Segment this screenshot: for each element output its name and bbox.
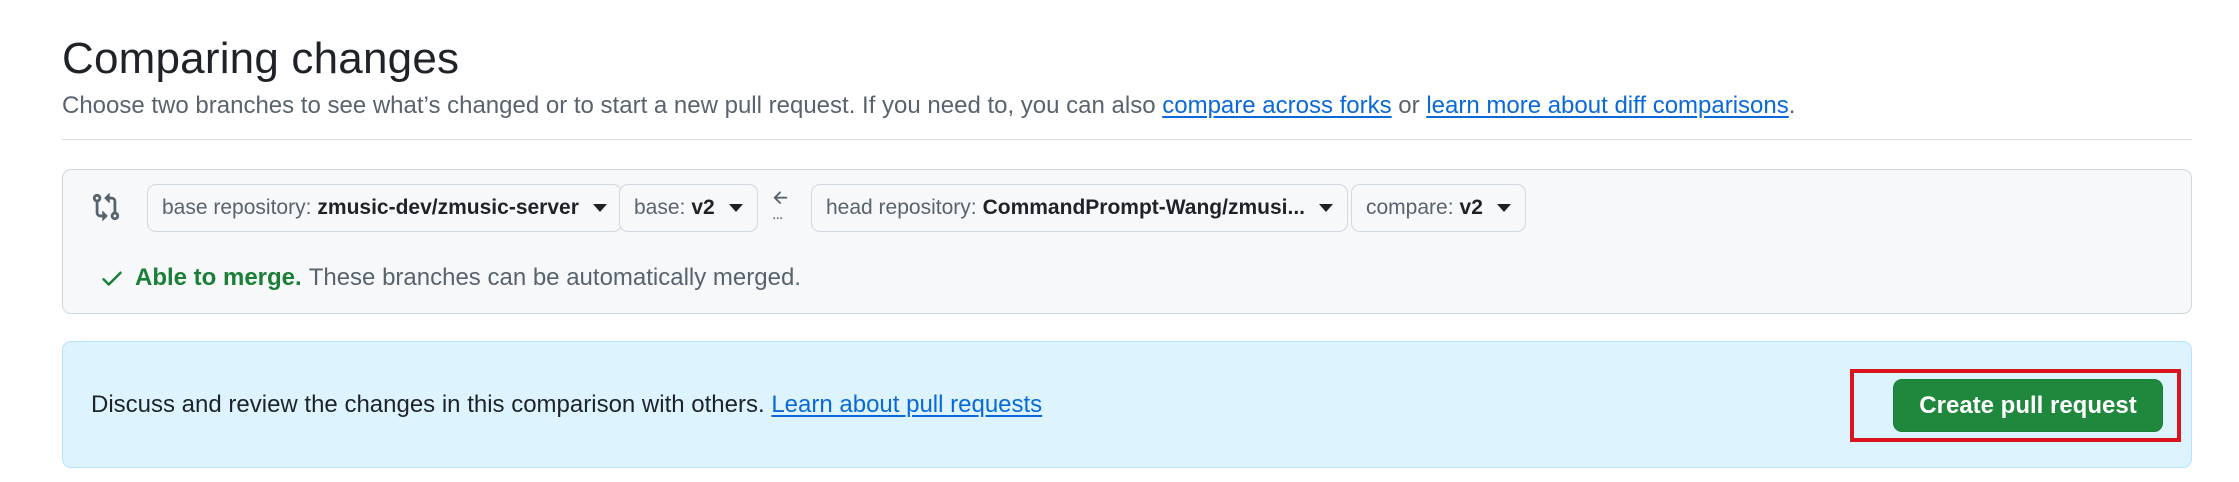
merge-status-title: Able to merge.: [135, 264, 302, 291]
base-branch-label: base:: [634, 196, 686, 219]
compare-page: Comparing changes Choose two branches to…: [0, 0, 2239, 482]
base-branch-select[interactable]: base: v2: [619, 184, 758, 232]
merge-status: Able to merge. These branches can be aut…: [99, 264, 801, 292]
learn-about-pull-requests-link[interactable]: Learn about pull requests: [771, 391, 1042, 418]
callout-message: Discuss and review the changes in this c…: [91, 391, 1042, 419]
subtitle-end: .: [1788, 92, 1796, 119]
range-editor: base repository: zmusic-dev/zmusic-serve…: [62, 169, 2192, 314]
callout-text: Discuss and review the changes in this c…: [91, 391, 772, 418]
page-title: Comparing changes: [62, 34, 460, 83]
create-pull-request-button[interactable]: Create pull request: [1893, 379, 2163, 432]
head-repository-label: head repository:: [826, 196, 977, 219]
base-branch-value: v2: [691, 196, 715, 219]
git-compare-icon: [92, 193, 120, 221]
compare-branch-label: compare:: [1366, 196, 1454, 219]
compare-across-forks-link[interactable]: compare across forks: [1162, 92, 1391, 119]
check-icon: [102, 271, 122, 286]
chevron-down-icon: [592, 204, 607, 212]
merge-status-description: These branches can be automatically merg…: [308, 264, 801, 291]
base-repository-label: base repository:: [162, 196, 312, 219]
compare-branch-select[interactable]: compare: v2: [1351, 184, 1526, 232]
chevron-down-icon: [1319, 204, 1333, 212]
base-repository-select[interactable]: base repository: zmusic-dev/zmusic-serve…: [147, 184, 622, 232]
direction-indicator: ...: [769, 188, 793, 232]
compare-branch-value: v2: [1459, 196, 1483, 219]
diff-comparisons-link[interactable]: learn more about diff comparisons: [1426, 92, 1788, 119]
subtitle-or: or: [1391, 92, 1427, 119]
arrow-left-icon: [773, 191, 788, 204]
chevron-down-icon: [728, 204, 743, 212]
header-divider: [62, 139, 2192, 140]
chevron-down-icon: [1496, 204, 1511, 212]
base-repository-value: zmusic-dev/zmusic-server: [317, 196, 579, 219]
head-repository-select[interactable]: head repository: CommandPrompt-Wang/zmus…: [811, 184, 1348, 232]
subtitle-text: Choose two branches to see what’s change…: [62, 92, 1163, 119]
direction-dots: ...: [772, 206, 783, 223]
head-repository-value: CommandPrompt-Wang/zmusi...: [982, 196, 1305, 219]
page-subtitle: Choose two branches to see what’s change…: [62, 92, 1795, 120]
